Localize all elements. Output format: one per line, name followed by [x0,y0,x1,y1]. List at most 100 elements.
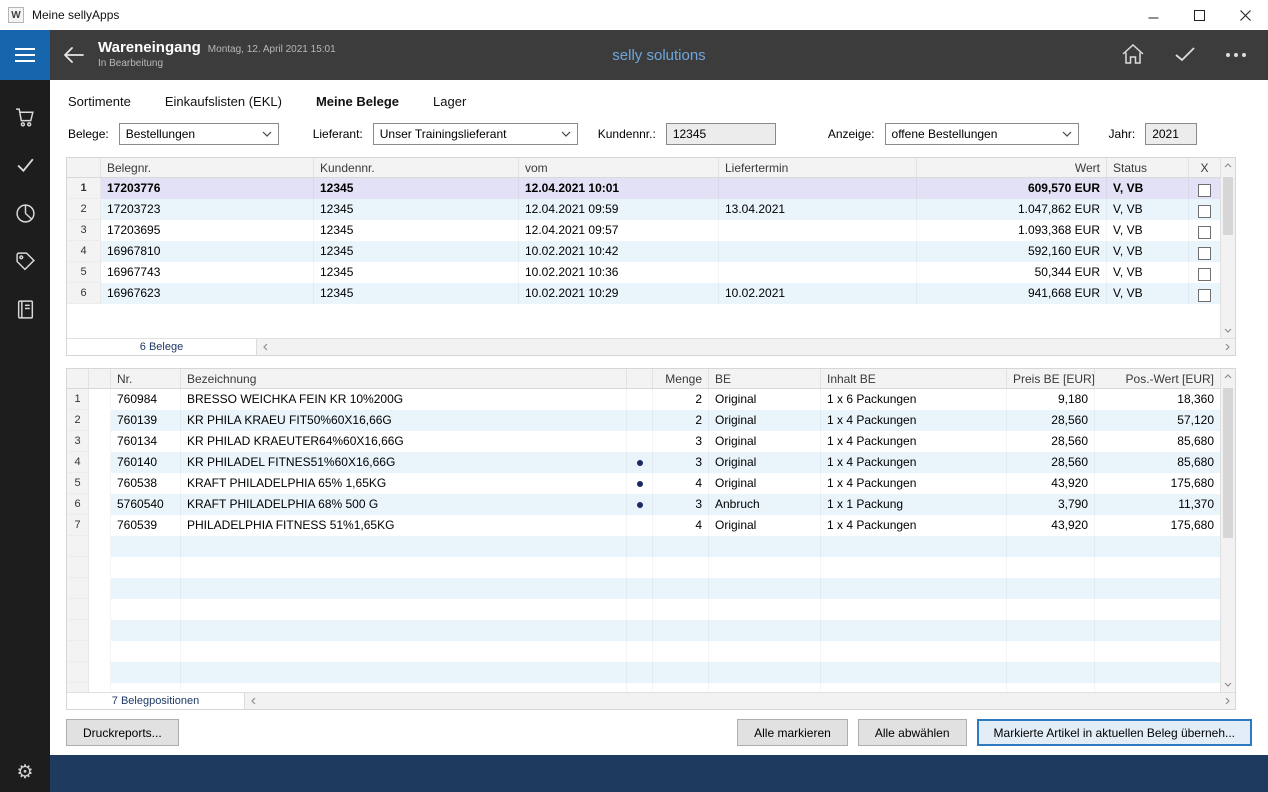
position-row[interactable]: 3760134KR PHILAD KRAEUTER64%60X16,66G3Or… [67,431,1220,452]
belege-filter-label: Belege: [68,127,109,141]
cell-status: V, VB [1107,178,1189,199]
settings-gear-icon[interactable]: ⚙ [16,763,33,782]
cell-be [709,599,821,620]
belege-dropdown[interactable]: Bestellungen [119,123,279,145]
belege-horizontal-scrollbar[interactable] [257,339,1235,355]
cell-bezeichnung: KR PHILADEL FITNES51%60X16,66G [181,452,627,473]
scrollbar-thumb[interactable] [1223,177,1233,235]
position-row[interactable]: 7760539PHILADELPHIA FITNESS 51%1,65KG4Or… [67,515,1220,536]
col-vom[interactable]: vom [519,158,719,177]
col-artikelnr[interactable]: Nr. [111,369,181,388]
scroll-up-icon[interactable] [1221,158,1235,173]
position-row[interactable]: 65760540KRAFT PHILADELPHIA 68% 500 G3Anb… [67,494,1220,515]
scroll-right-icon[interactable] [1219,693,1235,710]
close-button[interactable] [1222,0,1268,30]
cell-marker [89,683,111,692]
tab-sortimente[interactable]: Sortimente [68,94,131,109]
col-inhalt-be[interactable]: Inhalt BE [821,369,1007,388]
cell-bezeichnung [181,641,627,662]
scroll-left-icon[interactable] [257,339,273,356]
row-checkbox[interactable] [1198,247,1211,260]
home-icon[interactable] [1122,44,1144,67]
catalog-book-icon[interactable] [15,299,36,320]
row-checkbox[interactable] [1198,226,1211,239]
belege-row[interactable]: 4169678101234510.02.2021 10:42592,160 EU… [67,241,1220,262]
col-select[interactable]: X [1189,158,1220,177]
scroll-down-icon[interactable] [1221,677,1235,692]
empty-row[interactable] [67,683,1220,692]
scroll-left-icon[interactable] [245,693,261,710]
empty-row[interactable] [67,620,1220,641]
cell-artikelnr [111,557,181,578]
empty-row[interactable] [67,641,1220,662]
position-row[interactable]: 4760140KR PHILADEL FITNES51%60X16,66G3Or… [67,452,1220,473]
alle-abwaehlen-button[interactable]: Alle abwählen [858,719,967,746]
positionen-horizontal-scrollbar[interactable] [245,693,1235,709]
belege-row[interactable]: 3172036951234512.04.2021 09:571.093,368 … [67,220,1220,241]
positionen-vertical-scrollbar[interactable] [1220,369,1235,692]
cell-artikelnr: 760140 [111,452,181,473]
scrollbar-thumb[interactable] [1223,388,1233,538]
druckreports-button[interactable]: Druckreports... [66,719,179,746]
row-checkbox[interactable] [1198,205,1211,218]
row-number: 6 [67,494,89,515]
kundennr-input[interactable]: 12345 [666,123,776,145]
col-menge[interactable]: Menge [653,369,709,388]
col-liefertermin[interactable]: Liefertermin [719,158,917,177]
row-number [67,683,89,692]
cell-artikelnr [111,620,181,641]
position-row[interactable]: 5760538KRAFT PHILADELPHIA 65% 1,65KG4Ori… [67,473,1220,494]
col-be[interactable]: BE [709,369,821,388]
empty-row[interactable] [67,599,1220,620]
more-options-icon[interactable] [1226,44,1246,66]
cell-preis-be [1007,536,1095,557]
position-row[interactable]: 2760139KR PHILA KRAEU FIT50%60X16,66G2Or… [67,410,1220,431]
col-status[interactable]: Status [1107,158,1189,177]
row-checkbox[interactable] [1198,184,1211,197]
belege-row[interactable]: 2172037231234512.04.2021 09:5913.04.2021… [67,199,1220,220]
menu-button[interactable] [0,30,50,80]
scroll-down-icon[interactable] [1221,323,1235,338]
belege-row[interactable]: 1172037761234512.04.2021 10:01609,570 EU… [67,178,1220,199]
col-kundennr[interactable]: Kundennr. [314,158,519,177]
tab-einkaufslisten[interactable]: Einkaufslisten (EKL) [165,94,282,109]
col-preis-be[interactable]: Preis BE [EUR] [1007,369,1095,388]
page-title: Wareneingang [98,39,201,58]
uebernehmen-button[interactable]: Markierte Artikel in aktuellen Beleg übe… [977,719,1252,746]
cell-wert: 941,668 EUR [917,283,1107,304]
anzeige-dropdown[interactable]: offene Bestellungen [885,123,1079,145]
col-wert[interactable]: Wert [917,158,1107,177]
cell-dot [627,620,653,641]
filter-bar: Belege: Bestellungen Lieferant: Unser Tr… [50,113,1268,157]
price-tag-icon[interactable] [15,251,36,272]
jahr-input[interactable]: 2021 [1145,123,1197,145]
col-belegnr[interactable]: Belegnr. [101,158,314,177]
position-row[interactable]: 1760984BRESSO WEICHKA FEIN KR 10%200G2Or… [67,389,1220,410]
confirm-check-icon[interactable] [1174,46,1196,65]
empty-row[interactable] [67,557,1220,578]
row-checkbox[interactable] [1198,289,1211,302]
belege-row[interactable]: 5169677431234510.02.2021 10:3650,344 EUR… [67,262,1220,283]
cart-icon[interactable] [15,107,36,128]
col-pos-wert[interactable]: Pos.-Wert [EUR] [1095,369,1220,388]
pie-chart-icon[interactable] [15,203,36,224]
empty-row[interactable] [67,662,1220,683]
col-bezeichnung[interactable]: Bezeichnung [181,369,627,388]
tab-lager[interactable]: Lager [433,94,466,109]
empty-row[interactable] [67,536,1220,557]
cell-menge: 2 [653,389,709,410]
tab-meine-belege[interactable]: Meine Belege [316,94,399,109]
empty-row[interactable] [67,578,1220,599]
minimize-button[interactable] [1130,0,1176,30]
maximize-button[interactable] [1176,0,1222,30]
belege-vertical-scrollbar[interactable] [1220,158,1235,338]
scroll-right-icon[interactable] [1219,339,1235,356]
row-checkbox[interactable] [1198,268,1211,281]
lieferant-dropdown[interactable]: Unser Trainingslieferant [373,123,578,145]
cell-liefertermin [719,178,917,199]
back-button[interactable] [50,47,98,63]
scroll-up-icon[interactable] [1221,369,1235,384]
alle-markieren-button[interactable]: Alle markieren [737,719,848,746]
tasks-check-icon[interactable] [15,155,36,176]
belege-row[interactable]: 6169676231234510.02.2021 10:2910.02.2021… [67,283,1220,304]
